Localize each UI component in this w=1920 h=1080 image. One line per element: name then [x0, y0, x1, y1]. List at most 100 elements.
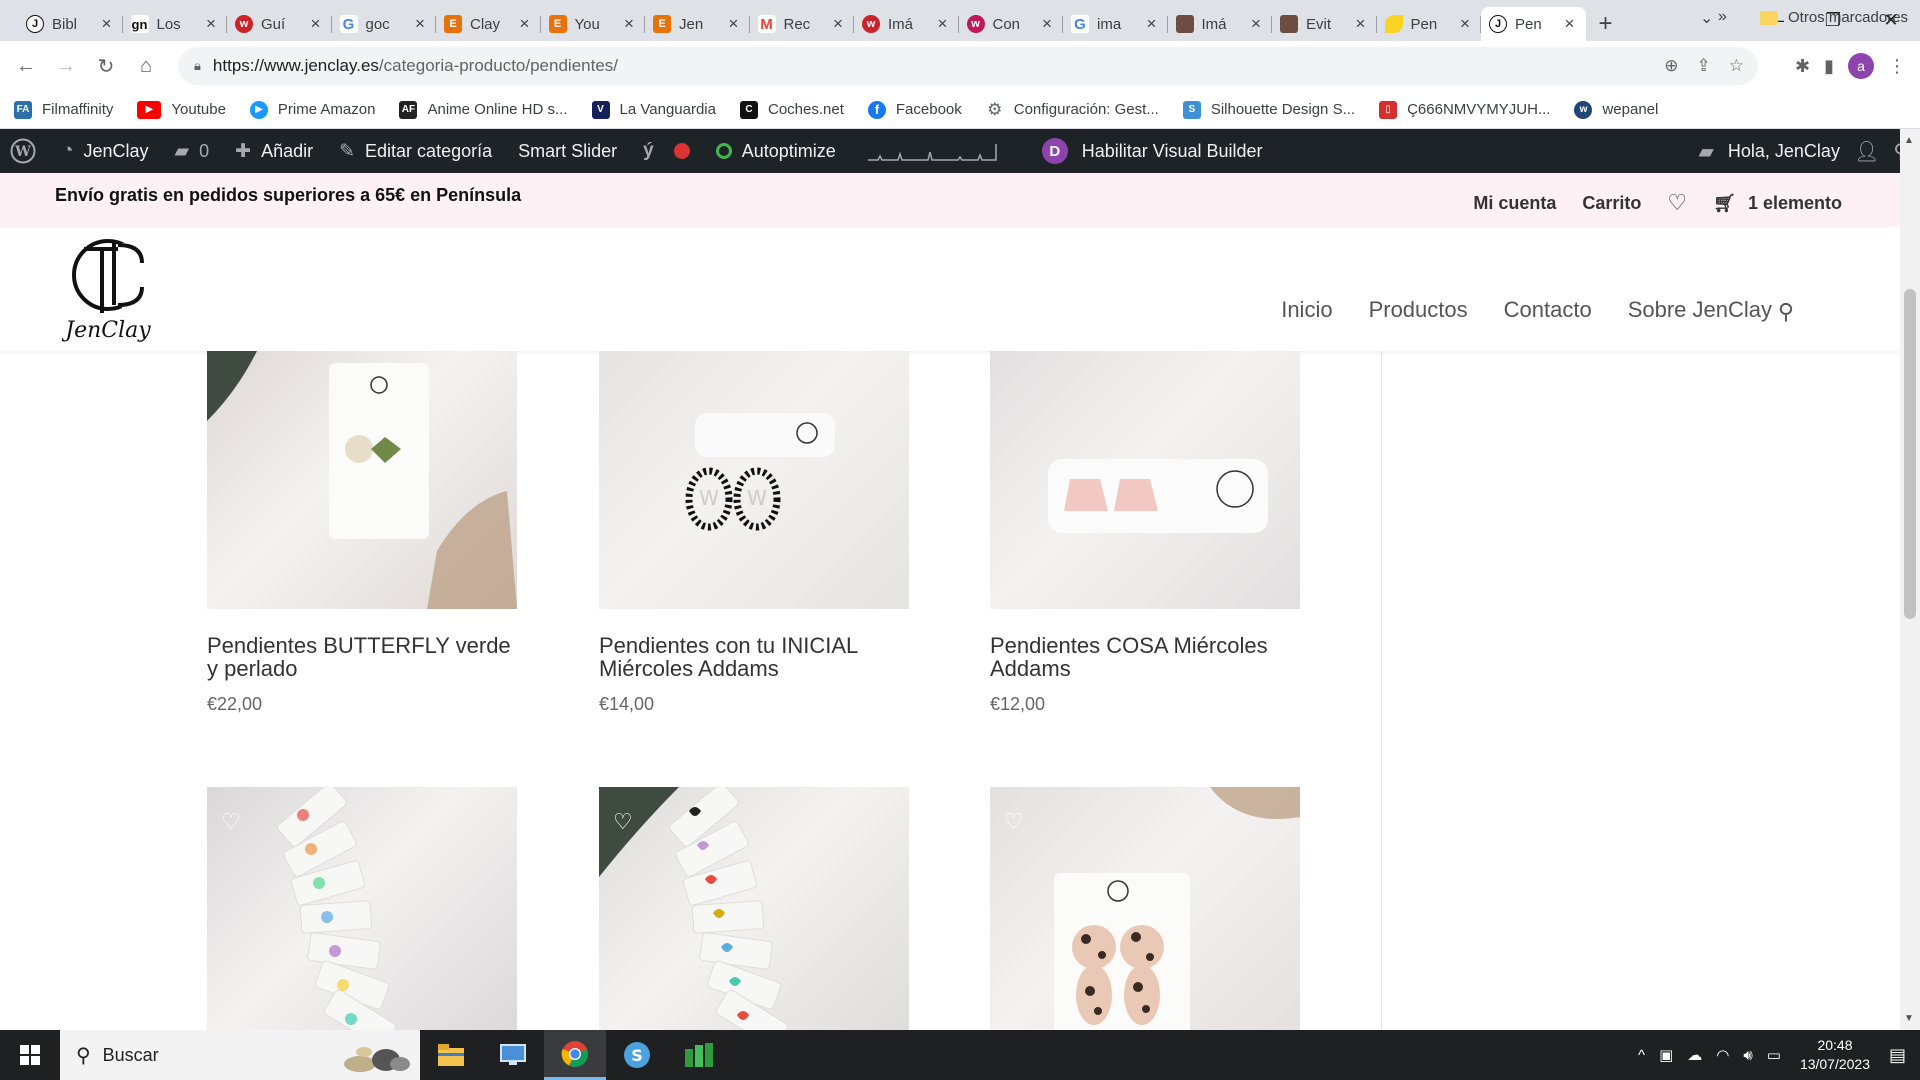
bookmark-item[interactable]: AF Anime Online HD s... — [399, 100, 568, 119]
page-scrollbar[interactable]: ▲ ▼ — [1900, 129, 1920, 1030]
chrome-taskbar-icon[interactable] — [544, 1030, 606, 1080]
product-image[interactable] — [207, 351, 517, 609]
scroll-down-arrow-icon[interactable]: ▼ — [1904, 1013, 1914, 1024]
extensions-puzzle-icon[interactable]: ✱ — [1795, 56, 1810, 77]
windows-start-icon[interactable] — [0, 1030, 60, 1080]
onedrive-error-icon[interactable]: ☁ — [1687, 1046, 1702, 1064]
taskbar-clock[interactable]: 20:48 13/07/2023 — [1795, 1036, 1875, 1074]
product-card[interactable]: ♡ — [990, 787, 1300, 1030]
tab-close-icon[interactable]: × — [203, 14, 219, 34]
browser-tab[interactable]: Pen × — [1377, 7, 1482, 41]
nav-item[interactable]: Productos — [1369, 297, 1468, 323]
product-card[interactable]: ♡ — [599, 787, 909, 1030]
other-bookmarks-folder[interactable]: Otros marcadores — [1760, 9, 1908, 26]
browser-tab[interactable]: J Pen × — [1481, 7, 1586, 41]
silhouette-studio-icon[interactable]: S — [606, 1030, 668, 1080]
lock-icon[interactable]: 🔒︎ — [194, 58, 201, 74]
forward-arrow-icon[interactable]: → — [46, 46, 86, 86]
tab-close-icon[interactable]: × — [1457, 14, 1473, 34]
bookmark-item[interactable]: f Facebook — [867, 100, 962, 119]
product-name[interactable]: Pendientes COSA Miércoles Addams — [990, 634, 1300, 680]
product-image[interactable]: ♡ — [990, 787, 1300, 1030]
product-image[interactable] — [990, 351, 1300, 609]
browser-tab[interactable]: w Guí × — [227, 7, 332, 41]
tab-close-icon[interactable]: × — [1039, 14, 1055, 34]
product-image[interactable]: ♡ — [599, 787, 909, 1030]
omnibox[interactable]: 🔒︎ https://www.jenclay.es/categoria-prod… — [178, 47, 1758, 85]
wp-greeting[interactable]: Hola, JenClay — [1728, 141, 1840, 162]
tab-close-icon[interactable]: × — [412, 14, 428, 34]
wp-add-new[interactable]: ✚ Añadir — [235, 140, 313, 163]
wp-smart-slider[interactable]: Smart Slider — [518, 141, 617, 162]
bookmark-item[interactable]: w wepanel — [1574, 100, 1658, 119]
query-monitor-sparkline-icon[interactable] — [867, 140, 998, 162]
meet-now-icon[interactable]: ▣ — [1659, 1046, 1673, 1064]
site-search-icon[interactable]: ⚲ — [1778, 299, 1794, 325]
product-card[interactable]: Pendientes COSA Miércoles Addams €12,00 — [990, 351, 1300, 715]
spreadsheet-app-icon[interactable] — [668, 1030, 730, 1080]
cart-summary[interactable]: 🛒︎ 1 elemento — [1713, 193, 1842, 214]
browser-tab[interactable]: M Rec × — [750, 7, 855, 41]
tab-search-chevron-icon[interactable]: ⌄ — [1700, 8, 1713, 28]
product-card[interactable]: Pendientes BUTTERFLY verde y perlado €22,… — [207, 351, 517, 715]
tab-close-icon[interactable]: × — [99, 14, 115, 34]
wp-logo-menu[interactable]: W — [10, 138, 36, 164]
remote-desktop-icon[interactable] — [482, 1030, 544, 1080]
browser-tab[interactable]: E You × — [541, 7, 646, 41]
browser-tab[interactable]: Gima × — [1063, 7, 1168, 41]
browser-tab[interactable]: E Jen × — [645, 7, 750, 41]
browser-tab[interactable]: E Clay × — [436, 7, 541, 41]
product-image[interactable]: ♡ — [207, 787, 517, 1030]
tab-close-icon[interactable]: × — [1562, 14, 1578, 34]
url-text[interactable]: https://www.jenclay.es/categoria-product… — [213, 56, 618, 76]
bookmarks-overflow-chevron[interactable]: » — [1718, 8, 1727, 26]
volume-icon[interactable]: 🔊︎ — [1743, 1047, 1752, 1064]
wp-comments[interactable]: ▰ 0 — [175, 140, 210, 163]
bookmark-item[interactable]: S Silhouette Design S... — [1182, 100, 1355, 119]
nav-item[interactable]: Sobre JenClay — [1628, 297, 1772, 323]
wishlist-heart-icon[interactable]: ♡ — [221, 809, 241, 835]
wp-site-menu[interactable]: ◔ JenClay — [62, 140, 149, 162]
zoom-icon[interactable]: ⊕ — [1664, 56, 1678, 76]
taskbar-search[interactable]: ⚲ Buscar — [60, 1030, 420, 1080]
wp-visual-builder[interactable]: D Habilitar Visual Builder — [1041, 138, 1263, 164]
tab-close-icon[interactable]: × — [830, 14, 846, 34]
wishlist-heart-icon[interactable]: ♡ — [1004, 809, 1024, 835]
new-tab-plus-icon[interactable]: + — [1586, 7, 1626, 41]
browser-tab[interactable]: J Bibl × — [18, 7, 123, 41]
product-name[interactable]: Pendientes con tu INICIAL Miércoles Adda… — [599, 634, 909, 680]
product-name[interactable]: Pendientes BUTTERFLY verde y perlado — [207, 634, 517, 680]
tab-close-icon[interactable]: × — [621, 14, 637, 34]
tab-close-icon[interactable]: × — [1353, 14, 1369, 34]
wifi-icon[interactable]: ◠ — [1716, 1046, 1729, 1064]
product-card[interactable]: W W Pendientes con tu INICIAL Miércoles Ad… — [599, 351, 909, 715]
tray-chevron-up-icon[interactable]: ^ — [1638, 1047, 1645, 1064]
side-panel-icon[interactable]: ▮ — [1824, 56, 1834, 77]
browser-tab[interactable]: Evit × — [1272, 7, 1377, 41]
browser-tab[interactable]: Imá × — [1168, 7, 1273, 41]
reload-icon[interactable]: ↻ — [86, 46, 126, 86]
cart-link[interactable]: Carrito — [1582, 193, 1641, 214]
nav-item[interactable]: Contacto — [1504, 297, 1592, 323]
menu-kebab-icon[interactable]: ⋮ — [1888, 56, 1906, 77]
bookmark-item[interactable]: ⚙ Configuración: Gest... — [986, 100, 1159, 119]
jenclay-logo[interactable]: JenClay — [62, 233, 158, 345]
file-explorer-icon[interactable] — [420, 1030, 482, 1080]
my-account-link[interactable]: Mi cuenta — [1473, 193, 1556, 214]
bookmark-item[interactable]: C Coches.net — [739, 100, 844, 119]
back-arrow-icon[interactable]: ← — [6, 46, 46, 86]
browser-tab[interactable]: gn Los × — [123, 7, 228, 41]
user-avatar-icon[interactable]: 👤︎ — [1854, 139, 1879, 164]
product-card[interactable]: ♡ — [207, 787, 517, 1030]
tab-close-icon[interactable]: × — [726, 14, 742, 34]
wishlist-heart-icon[interactable]: ♡ — [1667, 190, 1687, 216]
share-icon[interactable]: ⇪ — [1697, 56, 1711, 76]
bookmark-star-icon[interactable]: ☆ — [1729, 56, 1744, 76]
bookmark-item[interactable]: ▯ Ç666NMVYMYJUH... — [1379, 100, 1550, 119]
browser-tab[interactable]: w Imá × — [854, 7, 959, 41]
browser-tab[interactable]: Ggoc × — [332, 7, 437, 41]
profile-avatar[interactable]: a — [1848, 53, 1874, 79]
wp-autoptimize[interactable]: Autoptimize — [715, 141, 836, 162]
home-icon[interactable]: ⌂ — [126, 46, 166, 86]
notification-icon[interactable]: ▰ — [1699, 139, 1714, 164]
